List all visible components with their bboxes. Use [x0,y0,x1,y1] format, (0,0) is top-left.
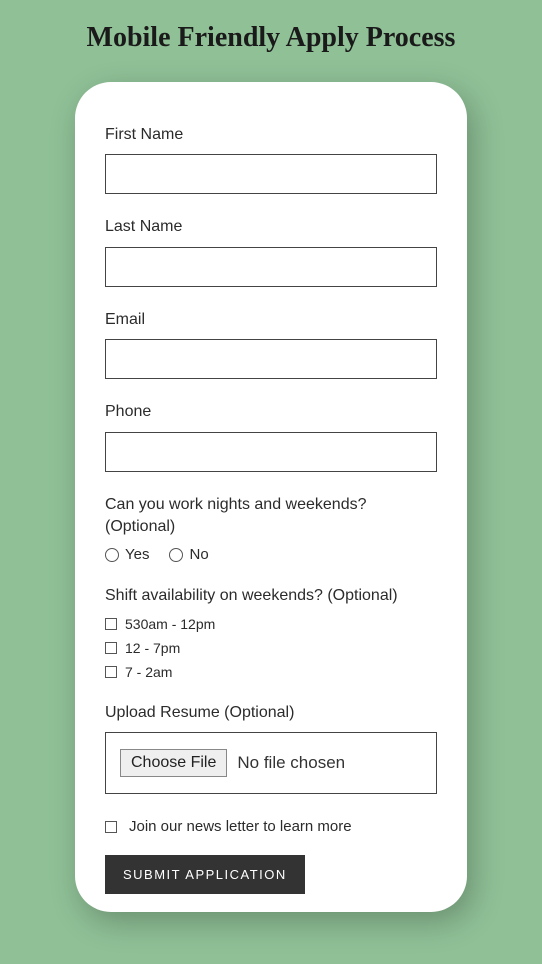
nights-weekends-yes[interactable]: Yes [105,546,149,563]
nights-weekends-options: Yes No [105,546,437,563]
radio-yes-label: Yes [125,546,149,563]
last-name-label: Last Name [105,216,437,238]
radio-icon [169,548,183,562]
checkbox-icon [105,642,117,654]
phone-input[interactable] [105,432,437,472]
upload-resume-label: Upload Resume (Optional) [105,702,437,724]
radio-icon [105,548,119,562]
shift-slot2-label: 12 - 7pm [125,640,180,656]
shift-availability-label: Shift availability on weekends? (Optiona… [105,585,437,607]
file-upload-box: Choose File No file chosen [105,732,437,794]
file-status-text: No file chosen [237,753,345,773]
nights-weekends-no[interactable]: No [169,546,208,563]
nights-weekends-label: Can you work nights and weekends? (Optio… [105,494,437,539]
newsletter-checkbox-row[interactable]: Join our news letter to learn more [105,818,437,835]
radio-no-label: No [189,546,208,563]
page-title: Mobile Friendly Apply Process [0,0,542,64]
checkbox-icon [105,821,117,833]
first-name-input[interactable] [105,154,437,194]
checkbox-icon [105,618,117,630]
choose-file-button[interactable]: Choose File [120,749,227,777]
submit-button[interactable]: SUBMIT APPLICATION [105,855,305,894]
upload-resume-group: Upload Resume (Optional) Choose File No … [105,702,437,794]
first-name-group: First Name [105,124,437,194]
newsletter-label: Join our news letter to learn more [129,818,352,835]
shift-option-1[interactable]: 530am - 12pm [105,616,437,632]
email-group: Email [105,309,437,379]
last-name-group: Last Name [105,216,437,286]
shift-options-list: 530am - 12pm 12 - 7pm 7 - 2am [105,616,437,680]
phone-label: Phone [105,401,437,423]
shift-option-2[interactable]: 12 - 7pm [105,640,437,656]
first-name-label: First Name [105,124,437,146]
shift-slot3-label: 7 - 2am [125,664,172,680]
nights-weekends-group: Can you work nights and weekends? (Optio… [105,494,437,564]
email-label: Email [105,309,437,331]
shift-option-3[interactable]: 7 - 2am [105,664,437,680]
shift-slot1-label: 530am - 12pm [125,616,215,632]
phone-mockup: First Name Last Name Email Phone Can you… [75,82,467,912]
phone-group: Phone [105,401,437,471]
last-name-input[interactable] [105,247,437,287]
email-input[interactable] [105,339,437,379]
shift-availability-group: Shift availability on weekends? (Optiona… [105,585,437,679]
checkbox-icon [105,666,117,678]
